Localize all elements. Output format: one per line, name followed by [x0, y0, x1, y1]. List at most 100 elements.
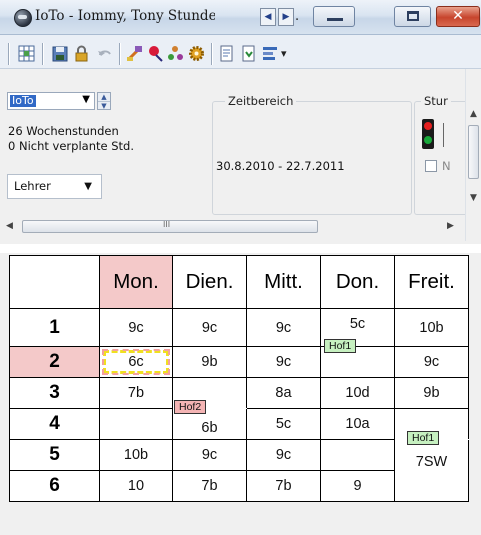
weekly-hours: 26 Wochenstunden [8, 124, 119, 138]
time-range-value: 30.8.2010 - 22.7.2011 [216, 159, 345, 173]
day-header-wed[interactable]: Mitt. [246, 255, 321, 309]
chevron-down-icon: ▼ [82, 94, 90, 105]
lesson-cell[interactable]: 9b [394, 377, 469, 409]
lesson-cell[interactable]: 8a [246, 377, 321, 409]
lock-icon[interactable] [73, 45, 90, 62]
lesson-label: 6b [201, 420, 218, 436]
corner-cell [9, 255, 100, 309]
lesson-cell[interactable]: 9 [320, 470, 395, 502]
time-range-group: Zeitbereich [212, 94, 412, 215]
teacher-select[interactable]: IoTo ▼ [7, 92, 95, 110]
lesson-cell[interactable]: 9c [172, 439, 247, 471]
lesson-cell[interactable] [99, 408, 173, 440]
teacher-select-value: IoTo [10, 94, 36, 107]
lesson-cell[interactable]: 9b [172, 346, 247, 378]
pin-icon[interactable] [147, 45, 164, 62]
lesson-cell[interactable]: 10b [99, 439, 173, 471]
day-header-fri[interactable]: Freit. [394, 255, 469, 309]
teacher-spinner[interactable]: ▲ ▼ [97, 92, 111, 110]
lesson-cell[interactable]: 5c [246, 408, 321, 440]
toolbar-separator [211, 43, 213, 65]
lesson-cell[interactable]: 10a [320, 408, 395, 440]
lesson-cell[interactable]: 10d [320, 377, 395, 409]
maximize-button[interactable] [394, 6, 431, 27]
unplanned-hours: 0 Nicht verplante Std. [8, 139, 134, 153]
window-title: IoTo - Iommy, Tony Stunden [35, 8, 215, 24]
save-icon[interactable] [52, 45, 69, 62]
toolbar-separator [42, 43, 44, 65]
minimize-icon [327, 18, 343, 21]
grid-icon[interactable] [18, 45, 35, 62]
spin-up-icon[interactable]: ▲ [98, 93, 110, 102]
hour-label: 2 [9, 346, 100, 378]
toolbar-separator [119, 43, 121, 65]
hour-label: 6 [9, 470, 100, 502]
scroll-grip: III [163, 220, 171, 229]
horizontal-scrollbar[interactable]: ◀ III ▶ [0, 218, 465, 235]
lesson-cell[interactable]: 7b [172, 470, 247, 502]
timetable: Mon. Dien. Mitt. Don. Freit. 1 9c 9c 9c … [9, 255, 469, 502]
lesson-label: 5c [349, 315, 366, 332]
layout-dropdown-icon[interactable]: ▾ [281, 47, 287, 60]
lesson-cell[interactable]: 10b [394, 308, 469, 347]
hour-label: 4 [9, 408, 100, 440]
vertical-scroll-thumb[interactable] [468, 125, 479, 179]
timetable-area: Mon. Dien. Mitt. Don. Freit. 1 9c 9c 9c … [0, 253, 481, 535]
day-header-mon[interactable]: Mon. [99, 255, 173, 309]
element-type-value: Lehrer [14, 179, 51, 193]
lesson-cell[interactable]: 10 [99, 470, 173, 502]
lesson-cell[interactable]: 9c [394, 346, 469, 378]
lesson-cell[interactable] [320, 439, 395, 471]
status-checkbox[interactable] [425, 160, 437, 172]
status-divider [443, 123, 444, 147]
lesson-cell[interactable]: 9c [172, 308, 247, 347]
horizontal-scroll-thumb[interactable]: III [22, 220, 318, 233]
vertical-scrollbar[interactable]: ▲ ▼ [465, 69, 481, 241]
tab-next-button[interactable]: ▶ [278, 8, 294, 26]
minimize-button[interactable] [313, 6, 355, 27]
status-checkbox-label: N [442, 159, 451, 173]
hour-label: 3 [9, 377, 100, 409]
page-icon[interactable] [218, 45, 235, 62]
scroll-down-icon[interactable]: ▼ [470, 193, 477, 203]
hour-label: 5 [9, 439, 100, 471]
hour-label: 1 [9, 308, 100, 347]
tab-prev-button[interactable]: ◀ [260, 8, 276, 26]
scroll-left-icon[interactable]: ◀ [6, 221, 13, 231]
lesson-cell[interactable]: 7b [99, 377, 173, 409]
title-overflow: . [295, 9, 300, 24]
scroll-right-icon[interactable]: ▶ [447, 221, 454, 231]
lesson-cell-selected[interactable]: 6c [99, 346, 173, 378]
lesson-cell[interactable]: 9c [246, 439, 321, 471]
lesson-cell[interactable]: 7b [246, 470, 321, 502]
duty-tag-hof1[interactable]: Hof1 [407, 431, 440, 445]
traffic-light-icon [422, 119, 434, 149]
lesson-cell[interactable]: 5c Hof1 [320, 308, 395, 353]
lesson-cell[interactable]: 7SW [394, 439, 469, 502]
export-icon[interactable] [240, 45, 257, 62]
day-header-tue[interactable]: Dien. [172, 255, 247, 309]
lesson-label: 7SW [415, 454, 448, 470]
lesson-cell[interactable]: 9c [246, 346, 321, 378]
spin-down-icon[interactable]: ▼ [98, 102, 110, 110]
duty-tag-hof2[interactable]: Hof2 [174, 400, 207, 414]
lesson-cell[interactable]: 9c [99, 308, 173, 347]
status-label: Stur [421, 94, 451, 108]
lesson-cell[interactable]: Hof2 [172, 377, 247, 414]
day-header-thu[interactable]: Don. [320, 255, 395, 309]
people-icon[interactable] [167, 45, 184, 62]
lesson-label: 6c [128, 354, 144, 370]
app-icon[interactable] [14, 9, 32, 27]
close-button[interactable]: ✕ [436, 6, 480, 27]
undo-icon[interactable] [96, 45, 113, 62]
scroll-up-icon[interactable]: ▲ [470, 109, 477, 119]
layout-icon[interactable] [262, 45, 279, 62]
duty-tag-hof1[interactable]: Hof1 [324, 339, 357, 353]
element-type-select[interactable]: Lehrer ▼ [7, 174, 102, 199]
settings-icon[interactable] [188, 45, 205, 62]
toolbar-separator [8, 43, 10, 65]
toolbar: ▾ [0, 35, 481, 69]
lesson-cell[interactable]: 9c [246, 308, 321, 347]
lesson-cell[interactable]: Hof1 [394, 408, 469, 445]
print-icon[interactable] [126, 45, 143, 62]
